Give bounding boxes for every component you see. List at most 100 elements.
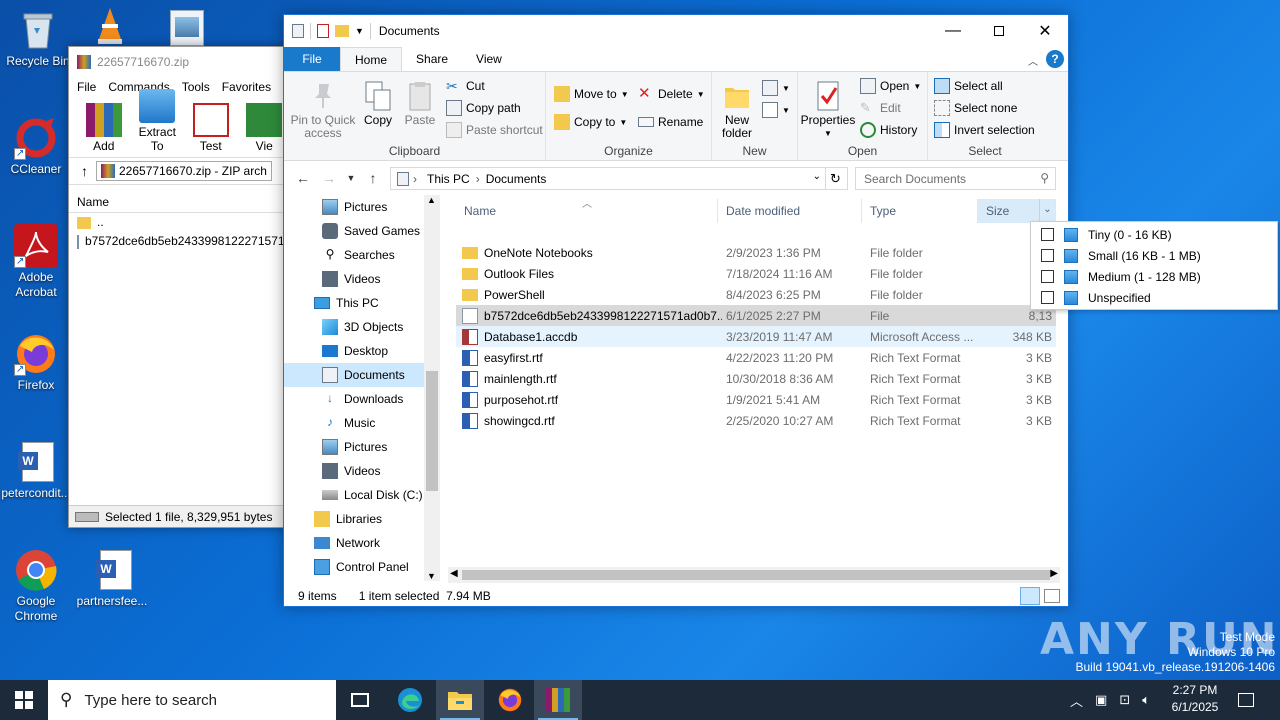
taskbar-file-explorer[interactable] — [436, 680, 484, 720]
copy-button[interactable]: Copy — [358, 80, 398, 127]
horizontal-scroll-thumb[interactable] — [462, 570, 1050, 580]
maximize-button[interactable] — [976, 15, 1022, 47]
nav-item-control-panel[interactable]: Control Panel — [284, 555, 440, 579]
desktop-icon-ccleaner[interactable]: CCleaner — [0, 116, 74, 177]
desktop-icon-recycle-bin[interactable]: Recycle Bin — [0, 8, 76, 69]
winrar-titlebar[interactable]: 22657716670.zip — [69, 47, 289, 77]
delete-button[interactable]: ✕ Delete ▼ — [638, 84, 705, 104]
size-filter-small[interactable]: Small (16 KB - 1 MB) — [1031, 245, 1277, 266]
close-button[interactable]: ✕ — [1022, 15, 1068, 47]
checkbox[interactable] — [1041, 270, 1054, 283]
select-none-button[interactable]: Select none — [934, 98, 1017, 118]
forward-arrow-icon[interactable]: → — [316, 170, 342, 186]
new-folder-button[interactable]: New folder — [716, 80, 758, 140]
list-item[interactable]: .. — [69, 213, 289, 232]
list-item[interactable]: b7572dce6db5eb2433998122271571a — [69, 232, 289, 251]
easy-access-button[interactable]: ▼ — [762, 100, 790, 120]
taskbar-firefox[interactable] — [486, 680, 534, 720]
file-row[interactable]: PowerShell 8/4/2023 6:25 PM File folder — [456, 284, 1056, 305]
copy-to-button[interactable]: Copy to ▼ — [554, 112, 627, 132]
size-filter-medium[interactable]: Medium (1 - 128 MB) — [1031, 266, 1277, 287]
winrar-column-name[interactable]: Name — [69, 191, 289, 213]
properties-button[interactable]: Properties ▼ — [800, 80, 856, 140]
breadcrumb-this-pc[interactable]: This PC — [421, 172, 476, 186]
up-arrow-icon[interactable]: ↑ — [360, 170, 386, 186]
checkbox[interactable] — [1041, 291, 1054, 304]
address-dropdown-icon[interactable]: ⌄ — [813, 171, 821, 182]
nav-item-searches[interactable]: ⚲ Searches — [284, 243, 440, 267]
action-center-button[interactable] — [1238, 680, 1254, 720]
help-icon[interactable]: ? — [1046, 50, 1064, 68]
nav-item-documents[interactable]: Documents — [284, 363, 440, 387]
nav-item-videos[interactable]: Videos — [284, 267, 440, 291]
tab-share[interactable]: Share — [402, 47, 462, 71]
new-folder-small-icon[interactable] — [335, 25, 349, 37]
column-header-name[interactable]: Name ︿ — [456, 199, 718, 223]
nav-item-saved-games[interactable]: Saved Games — [284, 219, 440, 243]
size-filter-tiny[interactable]: Tiny (0 - 16 KB) — [1031, 224, 1277, 245]
clock[interactable]: 2:27 PM 6/1/2025 — [1160, 682, 1230, 716]
add-button[interactable]: Add — [79, 103, 129, 153]
select-all-button[interactable]: Select all — [934, 76, 1003, 96]
file-row[interactable]: showingcd.rtf 2/25/2020 10:27 AM Rich Text… — [456, 410, 1056, 431]
tab-home[interactable]: Home — [340, 47, 403, 71]
taskbar-edge[interactable] — [386, 680, 434, 720]
up-arrow-icon[interactable]: ↑ — [81, 163, 88, 179]
file-row[interactable]: OneNote Notebooks 2/9/2023 1:36 PM File fo… — [456, 242, 1056, 263]
file-row[interactable]: Database1.accdb 3/23/2019 11:47 AM Microso… — [456, 326, 1056, 347]
address-bar[interactable]: › This PC › Documents ⌄ — [390, 167, 826, 190]
chevron-up-icon[interactable]: ︿ — [1070, 691, 1083, 710]
checkbox[interactable] — [1041, 249, 1054, 262]
desktop-icon-firefox[interactable]: Firefox — [0, 332, 74, 393]
volume-icon[interactable]: 🔈︎ — [1142, 692, 1150, 708]
nav-item-desktop[interactable]: Desktop — [284, 339, 440, 363]
file-explorer-window[interactable]: ▼ Documents — ✕ File Home Share View ︿ ?… — [283, 14, 1069, 607]
image-file-icon[interactable] — [170, 10, 204, 46]
scroll-down-icon[interactable]: ▼ — [427, 571, 436, 581]
scroll-left-icon[interactable]: ◀ — [450, 568, 458, 579]
desktop-icon-word-doc-2[interactable]: W partnersfee... — [74, 548, 150, 609]
search-input[interactable]: Search Documents ⚲ — [855, 167, 1056, 190]
taskbar-search-input[interactable]: ⚲ Type here to search — [48, 680, 336, 720]
column-header-date[interactable]: Date modified — [718, 199, 862, 223]
paste-shortcut-button[interactable]: Paste shortcut — [446, 120, 543, 140]
size-filter-unspecified[interactable]: Unspecified — [1031, 287, 1277, 308]
nav-pane-scrollbar[interactable]: ▲ ▼ — [424, 195, 440, 581]
nav-scroll-thumb[interactable] — [426, 371, 438, 491]
test-button[interactable]: Test — [186, 103, 236, 153]
start-button[interactable] — [0, 680, 48, 720]
nav-item-pictures-2[interactable]: Pictures — [284, 435, 440, 459]
menu-file[interactable]: File — [77, 80, 96, 94]
large-icons-view-icon[interactable] — [1044, 589, 1060, 603]
nav-item-network[interactable]: Network — [284, 531, 440, 555]
file-row[interactable]: Outlook Files 7/18/2024 11:16 AM File fold… — [456, 263, 1056, 284]
back-arrow-icon[interactable]: ← — [290, 170, 316, 186]
nav-item-music[interactable]: ♪ Music — [284, 411, 440, 435]
paste-button[interactable]: Paste — [400, 80, 440, 127]
file-row[interactable]: b7572dce6db5eb2433998122271571ad0b7... 6/… — [456, 305, 1056, 326]
scroll-right-icon[interactable]: ▶ — [1050, 568, 1058, 579]
copy-path-button[interactable]: Copy path — [446, 98, 521, 118]
nav-item-this-pc[interactable]: This PC — [284, 291, 440, 315]
cut-button[interactable]: ✂ Cut — [446, 76, 485, 96]
move-to-button[interactable]: Move to ▼ — [554, 84, 629, 104]
taskbar-winrar[interactable] — [534, 680, 582, 720]
winrar-window[interactable]: 22657716670.zip File Commands Tools Favo… — [68, 46, 290, 528]
menu-favorites[interactable]: Favorites — [222, 80, 271, 94]
invert-selection-button[interactable]: Invert selection — [934, 120, 1035, 140]
recent-locations-icon[interactable]: ▼ — [342, 173, 360, 183]
vlc-icon[interactable] — [90, 6, 130, 49]
battery-icon[interactable]: ▣ — [1095, 692, 1107, 708]
checklist-icon[interactable] — [317, 24, 329, 38]
extract-to-button[interactable]: Extract To — [133, 89, 183, 153]
nav-item-3d-objects[interactable]: 3D Objects — [284, 315, 440, 339]
new-item-button[interactable]: ▼ — [762, 78, 790, 98]
file-row[interactable]: easyfirst.rtf 4/22/2023 11:20 PM Rich Text… — [456, 347, 1056, 368]
open-button[interactable]: Open ▼ — [860, 76, 921, 96]
pin-quick-access-button[interactable]: Pin to Quick access — [288, 80, 358, 140]
file-row[interactable]: purposehot.rtf 1/9/2021 5:41 AM Rich Text … — [456, 389, 1056, 410]
desktop-icon-adobe-acrobat[interactable]: Adobe Acrobat — [0, 224, 74, 300]
menu-tools[interactable]: Tools — [182, 80, 210, 94]
qat-dropdown-icon[interactable]: ▼ — [355, 26, 364, 36]
tab-file[interactable]: File — [284, 47, 340, 71]
